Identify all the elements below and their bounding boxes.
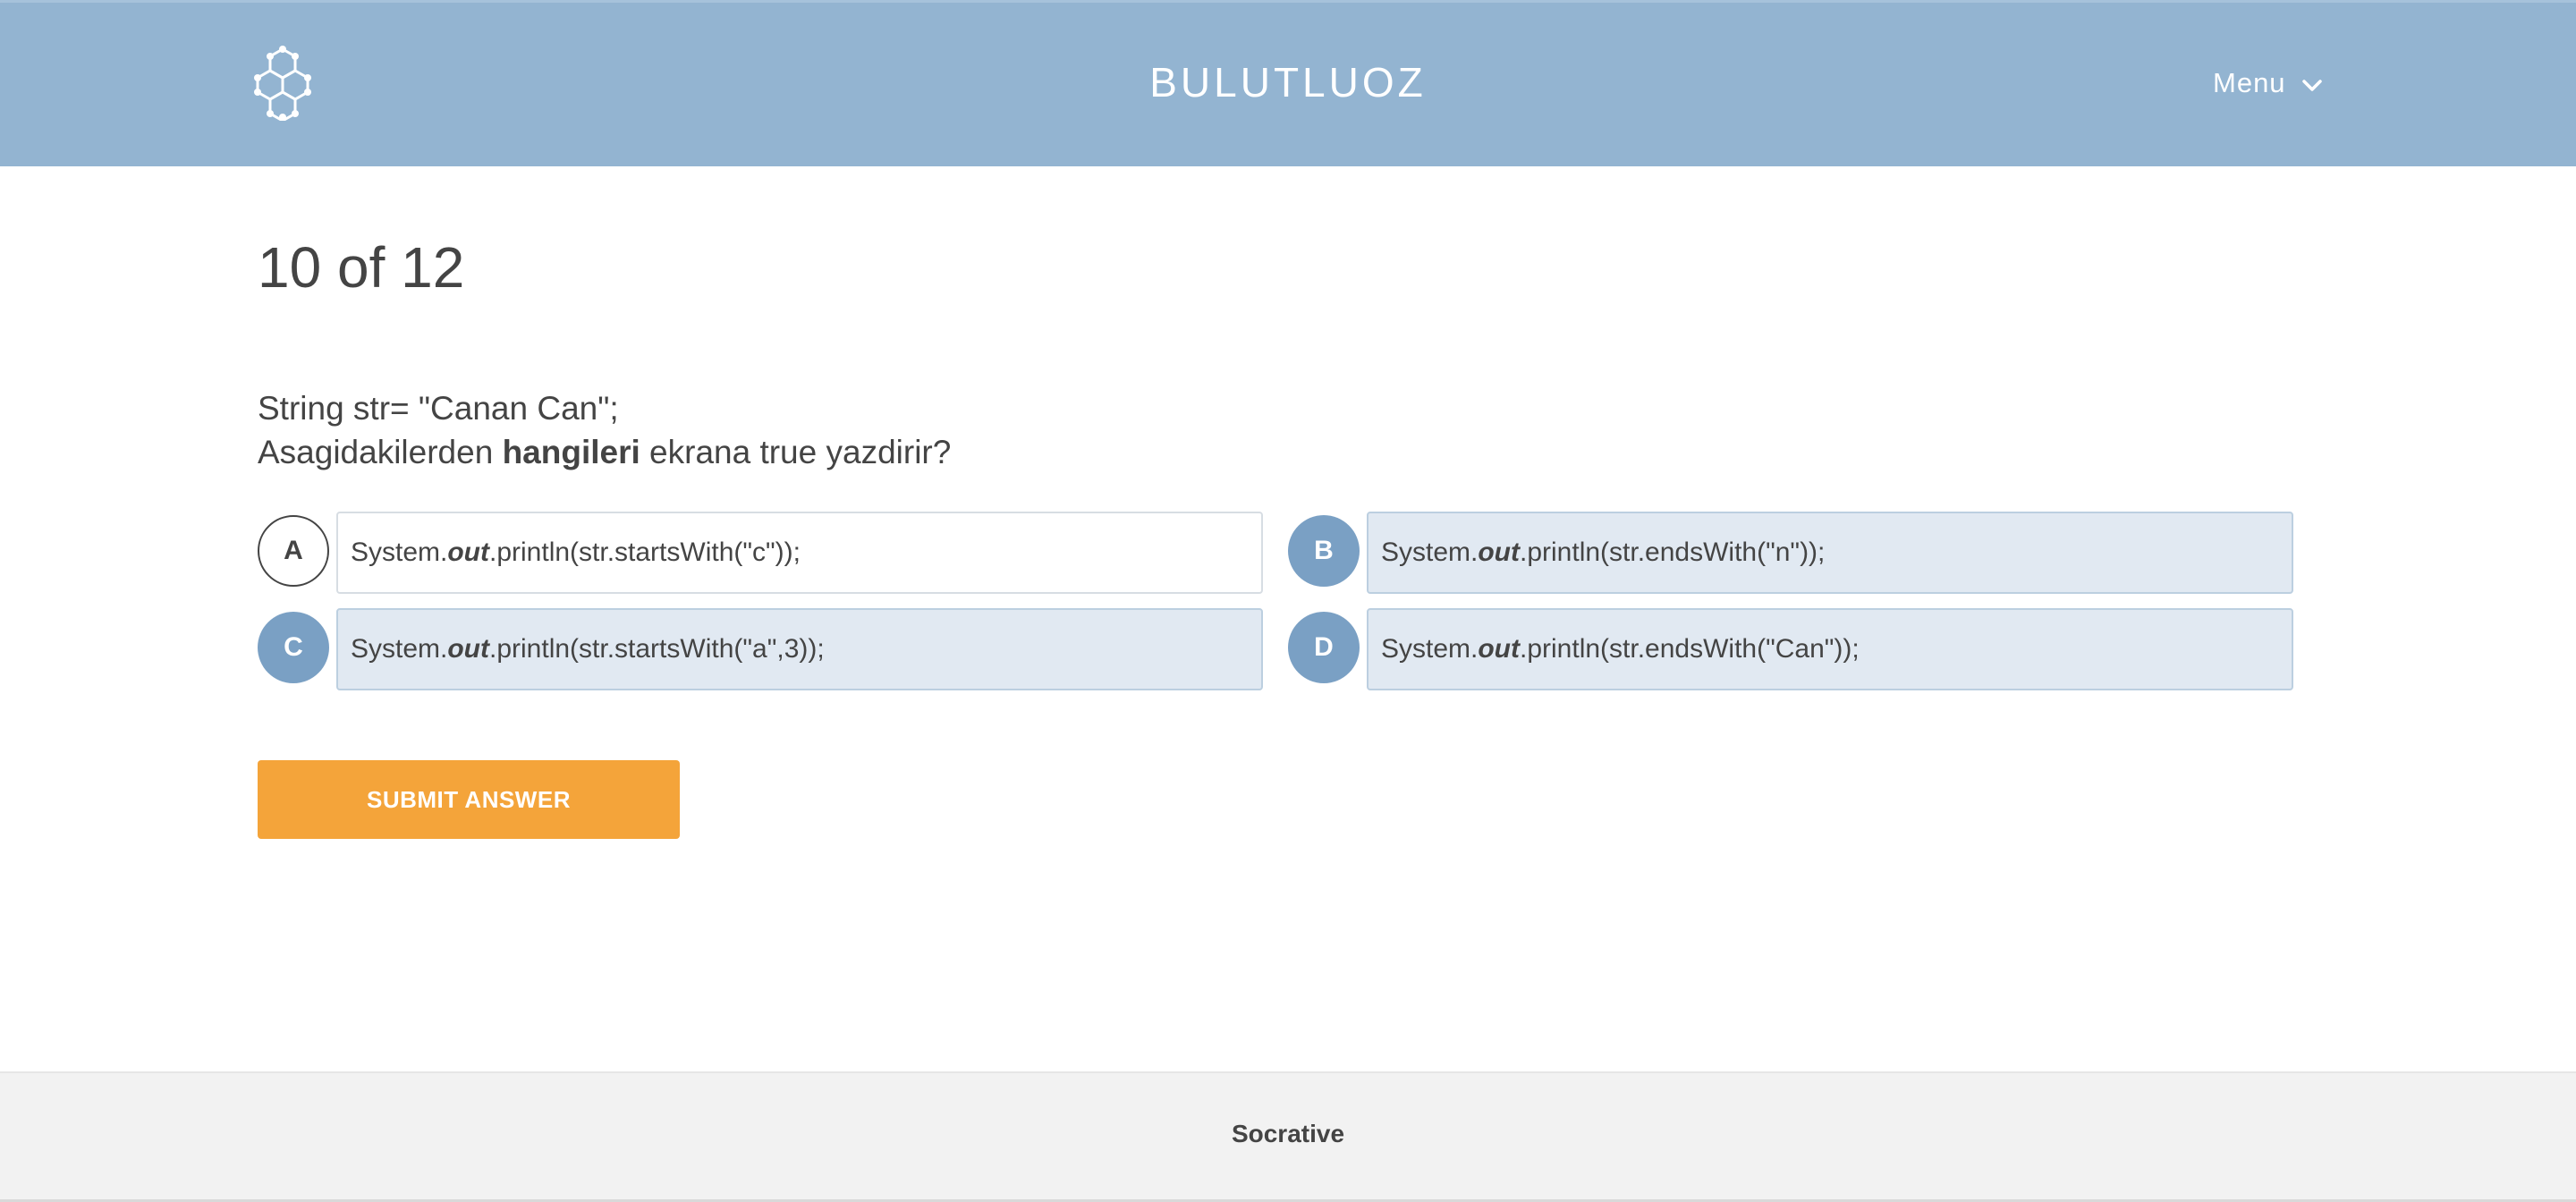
code-emphasis: out <box>447 538 489 567</box>
choice-letter[interactable]: C <box>258 612 329 683</box>
choice-text[interactable]: System. out .println(str.startsWith("a",3)… <box>336 608 1263 690</box>
choice-text[interactable]: System. out .println(str.startsWith("c")); <box>336 512 1263 594</box>
footer-brand[interactable]: Socrative <box>0 1120 2576 1148</box>
choice-a[interactable]: A System. out .println(str.startsWith("c")… <box>258 512 1277 594</box>
question-text: String str= "Canan Can"; Asagidakilerden… <box>258 386 951 474</box>
code-part: .println(str.startsWith("c")); <box>489 538 801 567</box>
menu-button[interactable]: Menu <box>2213 63 2322 103</box>
question-line-1: String str= "Canan Can"; <box>258 390 619 427</box>
choice-b[interactable]: B System. out .println(str.endsWith("n")); <box>1288 512 2308 594</box>
brand-title: BULUTLUOZ <box>1149 59 1427 106</box>
code-part: System. <box>351 538 448 567</box>
choice-letter[interactable]: B <box>1288 515 1360 587</box>
code-emphasis: out <box>447 634 489 664</box>
footer: Socrative <box>0 1071 2576 1202</box>
question-emphasis: hangileri <box>502 434 640 470</box>
code-part: .println(str.endsWith("Can")); <box>1520 634 1860 664</box>
chevron-down-icon <box>2301 67 2322 99</box>
choice-letter[interactable]: A <box>258 515 329 587</box>
question-text-part: Asagidakilerden <box>258 434 503 470</box>
choice-text[interactable]: System. out .println(str.endsWith("n")); <box>1367 512 2293 594</box>
question-progress: 10 of 12 <box>258 235 465 300</box>
choice-d[interactable]: D System. out .println(str.endsWith("Can")… <box>1288 608 2308 690</box>
code-part: System. <box>1381 634 1479 664</box>
code-emphasis: out <box>1478 634 1520 664</box>
code-part: System. <box>1381 538 1479 567</box>
top-bar: BULUTLUOZ Menu <box>0 0 2576 166</box>
code-part: .println(str.startsWith("a",3)); <box>489 634 825 664</box>
menu-label: Menu <box>2213 67 2286 98</box>
code-emphasis: out <box>1478 538 1520 567</box>
submit-answer-button[interactable]: SUBMIT ANSWER <box>258 760 680 839</box>
choice-letter[interactable]: D <box>1288 612 1360 683</box>
question-text-part: ekrana true yazdirir? <box>640 434 952 470</box>
choice-text[interactable]: System. out .println(str.endsWith("Can")); <box>1367 608 2293 690</box>
code-part: .println(str.endsWith("n")); <box>1520 538 1826 567</box>
code-part: System. <box>351 634 448 664</box>
question-line-2: Asagidakilerden hangileri ekrana true ya… <box>258 430 951 474</box>
choice-c[interactable]: C System. out .println(str.startsWith("a",… <box>258 608 1277 690</box>
